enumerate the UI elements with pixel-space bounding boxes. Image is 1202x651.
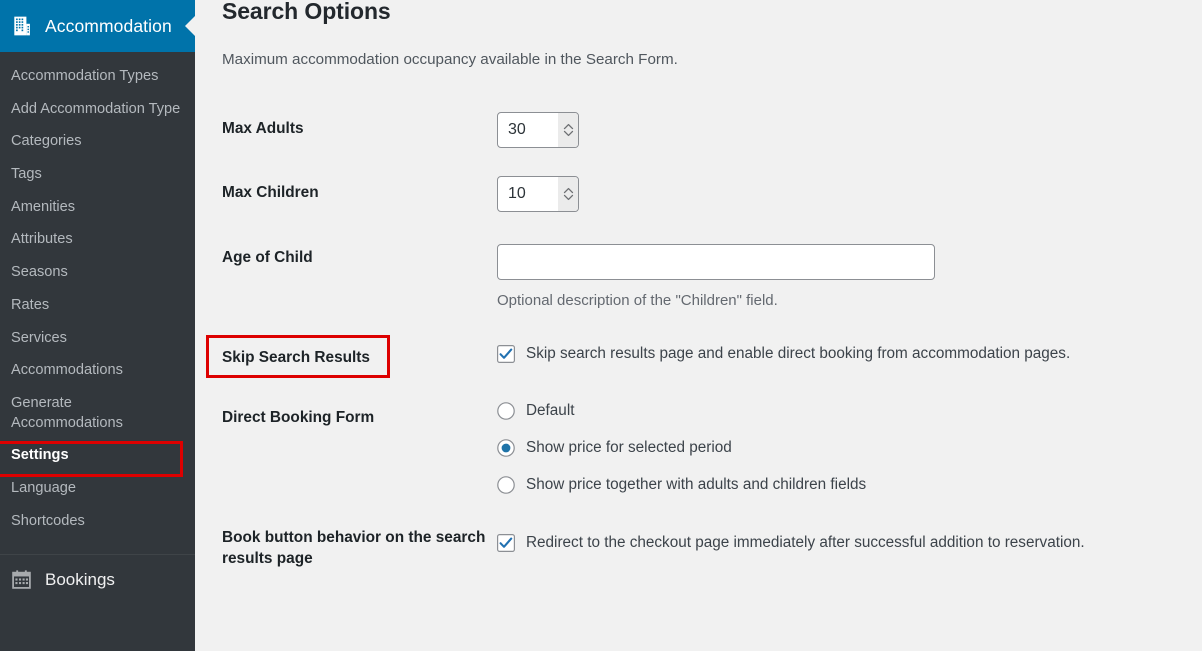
sidebar-item-bookings[interactable]: Bookings: [0, 555, 195, 605]
radio-unchecked-icon[interactable]: [497, 402, 515, 421]
calendar-icon: [12, 570, 31, 590]
wordpress-admin-screen: Accommodation Accommodation Types Add Ac…: [0, 0, 1202, 651]
max-adults-field-wrap: [497, 111, 579, 148]
sidebar-item-bookings-label: Bookings: [45, 569, 115, 589]
label-max-children-text: Max Children: [222, 183, 319, 201]
sidebar-submenu: Accommodation Types Add Accommodation Ty…: [0, 52, 195, 546]
checkbox-checked-icon[interactable]: [497, 533, 515, 552]
radio-label-default: Default: [526, 402, 575, 420]
sidebar-item-tags[interactable]: Tags: [0, 159, 195, 192]
sidebar-item-accommodation-types[interactable]: Accommodation Types: [0, 61, 195, 94]
sidebar-item-services[interactable]: Services: [0, 323, 195, 356]
page-title: Search Options: [222, 0, 391, 24]
settings-content: Search Options Maximum accommodation occ…: [195, 0, 1202, 651]
max-adults-input[interactable]: [497, 111, 579, 148]
intro-description: Maximum accommodation occupancy availabl…: [222, 51, 678, 68]
menu-pointer-arrow: [185, 15, 195, 37]
label-skip-search-results-text: Skip Search Results: [222, 348, 370, 366]
sidebar-item-seasons[interactable]: Seasons: [0, 257, 195, 290]
sidebar-item-add-accommodation-type[interactable]: Add Accommodation Type: [0, 94, 195, 127]
radio-row-default[interactable]: Default: [497, 401, 1192, 421]
book-button-behavior-checkbox-label: Redirect to the checkout page immediatel…: [526, 533, 1085, 551]
age-of-child-description: Optional description of the "Children" f…: [497, 291, 778, 309]
radio-row-show-price-with-fields[interactable]: Show price together with adults and chil…: [497, 475, 1192, 495]
sidebar-item-accommodations[interactable]: Accommodations: [0, 355, 195, 388]
radio-unchecked-icon[interactable]: [497, 476, 515, 494]
settings-form-table: Max Adults 30 Max Children 10 Age of Chi…: [206, 100, 1202, 590]
max-children-field-wrap: [497, 175, 579, 212]
sidebar-item-accommodation-label: Accommodation: [45, 15, 172, 36]
label-book-button-behavior: Book button behavior on the search resul…: [222, 511, 497, 590]
age-of-child-input[interactable]: [497, 243, 935, 280]
skip-search-results-checkbox-label: Skip search results page and enable dire…: [526, 344, 1071, 362]
skip-search-results-checkbox-row[interactable]: Skip search results page and enable dire…: [497, 344, 1192, 364]
row-direct-booking-form: Direct Booking Form Default Show price f…: [222, 388, 1202, 511]
sidebar-item-categories[interactable]: Categories: [0, 126, 195, 159]
sidebar-item-generate-accommodations[interactable]: Generate Accommodations: [0, 388, 195, 440]
radio-checked-icon[interactable]: [497, 439, 515, 457]
radio-label-show-price-selected-period: Show price for selected period: [526, 439, 732, 457]
label-age-of-child-text: Age of Child: [222, 248, 313, 266]
sidebar-item-attributes[interactable]: Attributes: [0, 224, 195, 257]
checkbox-checked-icon[interactable]: [497, 344, 515, 363]
sidebar-item-amenities[interactable]: Amenities: [0, 192, 195, 225]
label-max-children: Max Children: [222, 164, 497, 228]
label-direct-booking-form-text: Direct Booking Form: [222, 409, 375, 427]
book-button-behavior-checkbox-row[interactable]: Redirect to the checkout page immediatel…: [497, 533, 1192, 553]
sidebar-item-accommodation[interactable]: Accommodation: [0, 0, 195, 52]
label-age-of-child: Age of Child: [222, 228, 497, 328]
label-skip-search-results: Skip Search Results: [206, 328, 497, 389]
label-max-adults-text: Max Adults: [222, 119, 304, 137]
admin-sidebar: Accommodation Accommodation Types Add Ac…: [0, 0, 195, 651]
label-book-button-behavior-text: Book button behavior on the search resul…: [222, 528, 486, 567]
max-children-input[interactable]: [497, 175, 579, 212]
radio-label-show-price-with-fields: Show price together with adults and chil…: [526, 476, 867, 494]
sidebar-item-shortcodes[interactable]: Shortcodes: [0, 506, 195, 539]
radio-row-show-price-selected-period[interactable]: Show price for selected period: [497, 438, 1192, 458]
sidebar-item-rates[interactable]: Rates: [0, 290, 195, 323]
label-direct-booking-form: Direct Booking Form: [222, 388, 497, 511]
row-book-button-behavior: Book button behavior on the search resul…: [222, 511, 1202, 590]
building-icon: [14, 16, 30, 36]
label-max-adults: Max Adults: [222, 100, 497, 164]
row-age-of-child: Age of Child Optional description of the…: [222, 228, 1202, 328]
sidebar-item-language[interactable]: Language: [0, 473, 195, 506]
sidebar-item-settings[interactable]: Settings: [0, 440, 195, 473]
row-max-adults: Max Adults: [222, 100, 1202, 164]
row-skip-search-results: Skip Search Results Skip search results …: [206, 328, 1202, 389]
row-max-children: Max Children: [222, 164, 1202, 228]
